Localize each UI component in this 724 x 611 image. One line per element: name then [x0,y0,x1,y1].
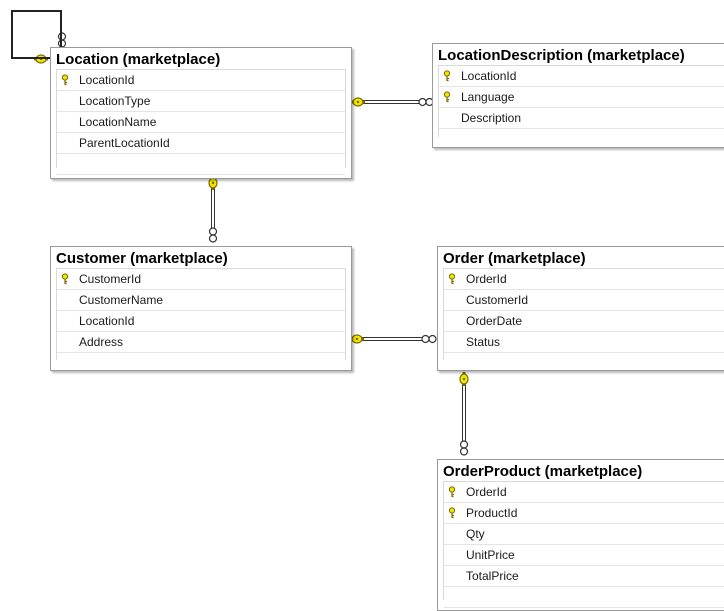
column-name: OrderId [466,272,507,286]
table-title: Order (marketplace) [443,250,586,267]
primary-key-icon [448,273,456,285]
column-row[interactable]: UnitPrice [444,545,724,566]
table-orderproduct[interactable]: OrderProduct (marketplace) OrderId Produc… [437,459,724,611]
column-name: LocationId [79,73,135,87]
column-name: Language [461,90,515,104]
column-list: CustomerId CustomerName LocationId Address [56,268,346,360]
primary-key-icon [61,273,69,285]
one-end-key-icon [459,372,469,386]
column-row[interactable]: Qty [444,524,724,545]
column-name: Status [466,335,501,349]
column-list: OrderId CustomerId OrderDate Status [443,268,724,360]
location-to-locationdescription[interactable] [351,97,434,107]
column-row[interactable]: CustomerId [444,290,724,311]
table-title: LocationDescription (marketplace) [438,47,685,64]
table-customer[interactable]: Customer (marketplace) CustomerId Custome… [50,246,352,371]
column-name: OrderId [466,485,507,499]
column-name: CustomerId [79,272,142,286]
table-title: OrderProduct (marketplace) [443,463,643,480]
column-name: LocationId [461,69,517,83]
location-to-customer[interactable] [208,176,218,243]
table-title: Customer (marketplace) [56,250,228,267]
column-row[interactable]: Language [439,87,724,108]
empty-column-row[interactable] [57,154,345,175]
many-end-infinity-icon [418,97,434,107]
empty-column-row[interactable] [439,129,724,147]
primary-key-icon [448,507,456,519]
column-row[interactable]: LocationId [439,66,724,87]
primary-key-icon [443,70,451,82]
one-end-key-icon [350,334,364,344]
primary-key-icon [61,74,69,86]
primary-key-icon [443,91,451,103]
column-row[interactable]: OrderId [444,482,724,503]
column-row[interactable]: CustomerId [57,269,345,290]
order-to-orderproduct[interactable] [459,372,469,456]
column-row[interactable]: OrderDate [444,311,724,332]
empty-column-row[interactable] [444,353,724,370]
table-order[interactable]: Order (marketplace) OrderId CustomerId Ord… [437,246,724,371]
column-row[interactable]: Address [57,332,345,353]
column-name: UnitPrice [466,548,515,562]
column-name: OrderDate [466,314,523,328]
column-row[interactable]: CustomerName [57,290,345,311]
customer-to-order[interactable] [350,334,437,344]
empty-column-row[interactable] [444,587,724,608]
column-name: Description [461,111,522,125]
column-name: LocationId [79,314,135,328]
empty-column-row[interactable] [57,353,345,370]
column-list: LocationId LocationType LocationName Parent… [56,69,346,175]
column-name: LocationType [79,94,151,108]
column-name: CustomerId [466,293,529,307]
column-row[interactable]: TotalPrice [444,566,724,587]
column-name: TotalPrice [466,569,519,583]
column-list: LocationId Language Description [438,65,724,137]
column-name: ParentLocationId [79,136,170,150]
table-location[interactable]: Location (marketplace) LocationId Locatio… [50,47,352,179]
column-row[interactable]: OrderId [444,269,724,290]
column-name: LocationName [79,115,157,129]
column-name: Address [79,335,124,349]
column-name: ProductId [466,506,518,520]
column-list: OrderId ProductId Qty UnitPrice TotalPrice [443,481,724,608]
column-name: Qty [466,527,485,541]
one-end-key-icon [351,97,365,107]
many-end-infinity-icon [208,227,218,243]
column-row[interactable]: ParentLocationId [57,133,345,154]
column-row[interactable]: LocationType [57,91,345,112]
primary-key-icon [448,486,456,498]
table-locationdescription[interactable]: LocationDescription (marketplace) Locati… [432,43,724,148]
column-row[interactable]: ProductId [444,503,724,524]
column-row[interactable]: LocationId [57,311,345,332]
column-row[interactable]: LocationId [57,70,345,91]
column-row[interactable]: LocationName [57,112,345,133]
column-name: CustomerName [79,293,164,307]
many-end-infinity-icon [421,334,437,344]
table-title: Location (marketplace) [56,51,221,68]
column-row[interactable]: Description [439,108,724,129]
many-end-infinity-icon [459,440,469,456]
column-row[interactable]: Status [444,332,724,353]
